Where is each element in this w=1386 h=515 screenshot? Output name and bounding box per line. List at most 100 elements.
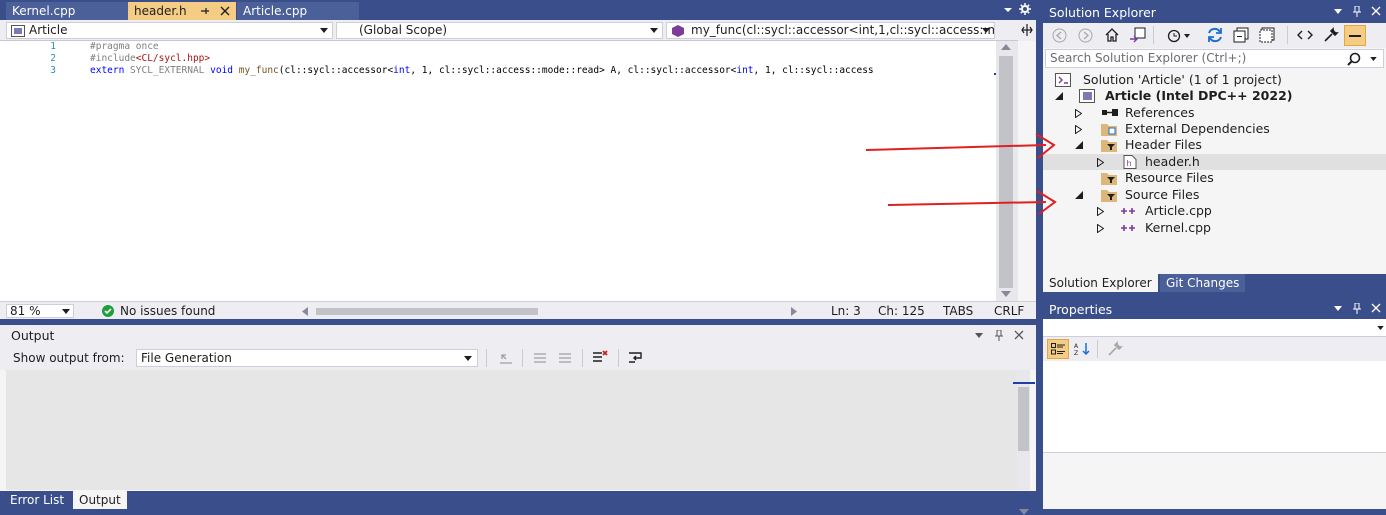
chevron-down-icon[interactable]: [975, 333, 983, 338]
search-icon[interactable]: [1347, 52, 1361, 66]
line-ending-indicator[interactable]: CRLF: [994, 303, 1024, 319]
pin-icon[interactable]: [1352, 303, 1362, 314]
find-message-icon[interactable]: [498, 351, 514, 365]
collapsed-arrow-icon[interactable]: [1097, 207, 1104, 216]
scroll-up-icon[interactable]: [1001, 44, 1011, 50]
line-indicator[interactable]: Ln: 3: [831, 303, 861, 319]
solution-explorer-title-bar: Solution Explorer: [1043, 0, 1386, 23]
property-grid[interactable]: [1043, 361, 1386, 453]
chevron-down-icon: [464, 356, 472, 361]
properties-object-dropdown[interactable]: [1043, 319, 1386, 337]
tree-item-article-cpp[interactable]: Article.cpp: [1043, 203, 1386, 219]
split-window-button[interactable]: [1018, 20, 1036, 41]
collapsed-arrow-icon[interactable]: [1075, 109, 1082, 118]
preview-selected-items-button[interactable]: [1344, 25, 1366, 46]
back-icon[interactable]: [1052, 28, 1067, 43]
close-icon[interactable]: [1014, 330, 1024, 340]
code-view-icon[interactable]: [1297, 28, 1313, 42]
tab-header-h[interactable]: header.h: [128, 2, 236, 20]
pin-icon[interactable]: [198, 4, 212, 18]
output-panel: Output Show output from: File Generation: [0, 325, 1036, 515]
split-icon: [1021, 24, 1033, 36]
expanded-arrow-icon[interactable]: [1075, 191, 1083, 199]
categorized-button[interactable]: [1047, 339, 1069, 359]
zoom-dropdown[interactable]: 81 %: [6, 304, 74, 318]
properties-title-bar: Properties: [1043, 299, 1386, 319]
references-icon: [1101, 106, 1119, 120]
output-source-dropdown[interactable]: File Generation: [136, 349, 478, 367]
filter-folder-icon: [1101, 188, 1117, 202]
next-message-icon[interactable]: [557, 351, 573, 365]
project-icon: [1079, 89, 1095, 103]
tree-item-header-h[interactable]: h header.h: [1043, 154, 1386, 170]
line-number: 1: [50, 41, 56, 52]
collapsed-arrow-icon[interactable]: [1097, 224, 1104, 233]
tab-kernel-cpp[interactable]: Kernel.cpp: [6, 2, 128, 20]
scroll-right-icon[interactable]: [791, 307, 797, 316]
tree-item-source-files[interactable]: Source Files: [1043, 187, 1386, 203]
collapsed-arrow-icon[interactable]: [1075, 125, 1082, 134]
issues-status[interactable]: No issues found: [120, 303, 215, 319]
scroll-down-icon[interactable]: [1019, 509, 1029, 515]
output-scroll-thumb[interactable]: [1018, 387, 1029, 451]
tab-solution-explorer[interactable]: Solution Explorer: [1043, 274, 1158, 292]
tree-item-label: header.h: [1145, 154, 1200, 169]
expanded-arrow-icon[interactable]: [1055, 92, 1063, 100]
expanded-arrow-icon[interactable]: [1075, 141, 1083, 149]
project-dropdown[interactable]: Article: [6, 22, 333, 39]
wrench-icon[interactable]: [1323, 27, 1339, 43]
scope-dropdown[interactable]: (Global Scope): [336, 22, 663, 39]
code-editor[interactable]: 1 2 3 #pragma once #include<CL/sycl.hpp>…: [0, 41, 996, 301]
scroll-down-icon[interactable]: [1001, 291, 1011, 297]
horizontal-scroll-thumb[interactable]: [316, 308, 538, 315]
clear-all-icon[interactable]: [592, 350, 608, 365]
sync-icon[interactable]: [1207, 27, 1223, 43]
tab-article-cpp[interactable]: Article.cpp: [237, 2, 359, 20]
tree-item-resource-files[interactable]: Resource Files: [1043, 170, 1386, 186]
chevron-down-icon[interactable]: [1334, 9, 1342, 14]
column-indicator[interactable]: Ch: 125: [878, 303, 925, 319]
editor-status-bar: 81 % No issues found Ln: 3 Ch: 125 TABS …: [0, 301, 1036, 319]
collapse-all-icon[interactable]: [1233, 27, 1249, 43]
indent-indicator[interactable]: TABS: [943, 303, 973, 319]
tree-item-project[interactable]: Article (Intel DPC++ 2022): [1043, 88, 1386, 104]
editor-scroll-thumb[interactable]: [999, 56, 1013, 288]
tab-label: Error List: [10, 493, 65, 507]
document-tab-bar: Kernel.cpp header.h Article.cpp: [0, 0, 1036, 20]
tree-item-kernel-cpp[interactable]: Kernel.cpp: [1043, 220, 1386, 236]
chevron-down-icon[interactable]: [1370, 57, 1377, 61]
previous-message-icon[interactable]: [532, 351, 548, 365]
member-dropdown[interactable]: my_func(cl::sycl::accessor<int,1,cl::syc…: [666, 22, 995, 39]
sort-alphabetical-icon[interactable]: AZ: [1074, 342, 1092, 356]
tree-item-header-files[interactable]: Header Files: [1043, 137, 1386, 153]
pin-icon[interactable]: [1352, 6, 1362, 17]
tree-item-solution[interactable]: Solution 'Article' (1 of 1 project): [1043, 72, 1386, 88]
tree-item-references[interactable]: References: [1043, 105, 1386, 121]
property-pages-icon[interactable]: [1107, 341, 1123, 357]
home-icon[interactable]: [1104, 27, 1120, 43]
toolbar-separator: [1153, 26, 1154, 44]
gear-icon[interactable]: [1018, 2, 1032, 16]
scroll-left-icon[interactable]: [302, 307, 308, 316]
header-file-icon: h: [1123, 155, 1137, 169]
tab-list-dropdown-icon[interactable]: [1002, 4, 1014, 16]
close-icon[interactable]: [1371, 303, 1381, 313]
collapsed-arrow-icon[interactable]: [1097, 158, 1104, 167]
include-directive: #include: [90, 53, 136, 64]
switch-views-icon[interactable]: [1129, 27, 1146, 43]
chevron-down-icon[interactable]: [1334, 306, 1342, 311]
close-icon[interactable]: [218, 4, 232, 18]
word-wrap-icon[interactable]: [628, 350, 645, 365]
output-text-area[interactable]: [6, 370, 1017, 490]
tree-item-external-dependencies[interactable]: External Dependencies: [1043, 121, 1386, 137]
show-all-files-icon[interactable]: [1259, 27, 1275, 43]
pending-changes-filter-icon[interactable]: [1167, 28, 1191, 43]
close-icon[interactable]: [1371, 6, 1381, 16]
tab-output[interactable]: Output: [73, 491, 127, 509]
forward-icon[interactable]: [1078, 28, 1093, 43]
bottom-tool-tabs: Error List Output: [0, 491, 1036, 509]
pin-icon[interactable]: [994, 330, 1004, 341]
tab-git-changes[interactable]: Git Changes: [1160, 274, 1246, 292]
solution-explorer-search[interactable]: Search Solution Explorer (Ctrl+;): [1045, 49, 1384, 68]
tab-error-list[interactable]: Error List: [4, 491, 70, 509]
